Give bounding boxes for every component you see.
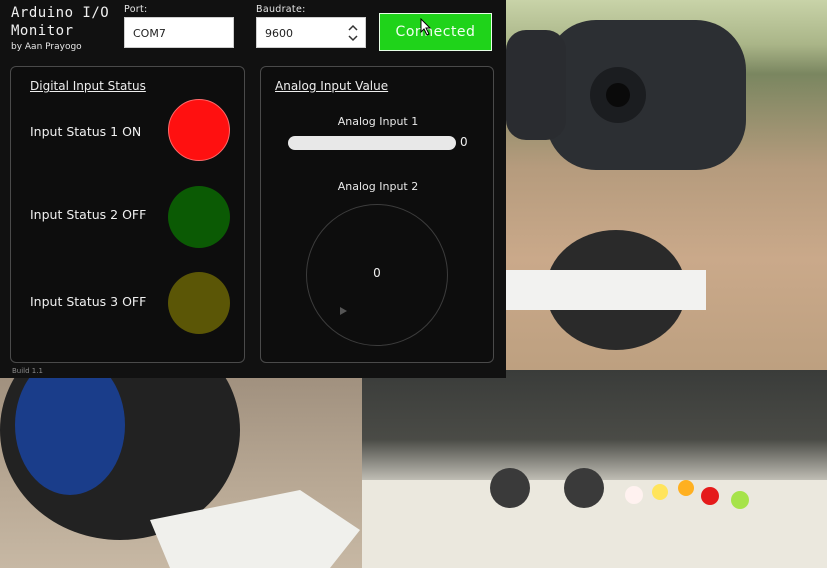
webcam-robot-photo <box>506 0 827 370</box>
wheel-illustration <box>0 370 360 568</box>
analog-input-1-label: Analog Input 1 <box>337 115 419 128</box>
input-status-1-led <box>168 99 230 161</box>
webcam-illustration <box>506 20 746 350</box>
baudrate-select[interactable]: 9600 <box>256 17 366 48</box>
analog-input-1-value: 0 <box>460 135 468 149</box>
baudrate-label: Baudrate: <box>256 4 306 15</box>
port-input[interactable]: COM7 <box>124 17 234 48</box>
input-status-3-label: Input Status 3 OFF <box>30 294 147 309</box>
digital-panel-title: Digital Input Status <box>30 79 146 93</box>
analog-input-1-slider[interactable] <box>288 136 456 150</box>
dial-pointer-icon <box>340 307 347 315</box>
spinner-arrows-icon[interactable] <box>347 23 359 43</box>
input-status-2-led <box>168 186 230 248</box>
input-status-2-label: Input Status 2 OFF <box>30 207 147 222</box>
analog-input-2-label: Analog Input 2 <box>337 180 419 193</box>
breadboard-illustration <box>362 468 827 568</box>
app-window: Arduino I/O Monitor by Aan Prayogo Port:… <box>0 0 506 378</box>
app-title: Arduino I/O Monitor <box>11 5 110 39</box>
input-status-1-label: Input Status 1 ON <box>30 124 142 139</box>
baudrate-value: 9600 <box>265 27 293 40</box>
analog-input-2-dial[interactable]: 0 <box>306 204 448 346</box>
digital-input-panel: Digital Input Status Input Status 1 ON I… <box>10 66 245 363</box>
analog-input-panel: Analog Input Value Analog Input 1 0 Anal… <box>260 66 494 363</box>
wheel-photo <box>0 370 362 568</box>
mouse-cursor-icon <box>420 18 432 36</box>
port-label: Port: <box>124 4 148 15</box>
connect-button[interactable]: Connected <box>379 13 492 51</box>
analog-panel-title: Analog Input Value <box>275 79 389 93</box>
analog-input-2-value: 0 <box>373 266 381 280</box>
app-author: by Aan Prayogo <box>11 42 82 52</box>
build-label: Build 1.1 <box>12 367 43 375</box>
input-status-3-led <box>168 272 230 334</box>
breadboard-photo <box>362 370 827 568</box>
